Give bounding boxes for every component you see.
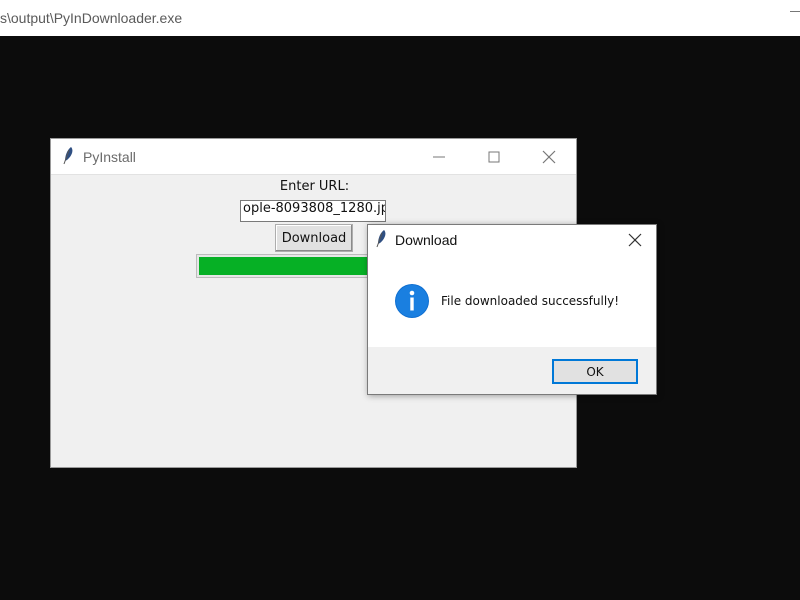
desktop-screen: s\output\PyInDownloader.exe PyInstall En… (0, 0, 800, 600)
console-window-title: s\output\PyInDownloader.exe (0, 10, 183, 26)
dialog-body: File downloaded successfully! (368, 255, 656, 347)
main-title-bar[interactable]: PyInstall (51, 139, 576, 175)
dialog-title: Download (395, 232, 458, 248)
url-input[interactable]: ople-8093808_1280.jpg (240, 200, 386, 222)
maximize-button[interactable] (484, 147, 504, 167)
feather-icon (376, 230, 386, 248)
dialog-close-button[interactable] (625, 230, 645, 250)
minimize-button[interactable] (429, 147, 449, 167)
console-minimize-button[interactable] (788, 6, 800, 16)
download-button[interactable]: Download (275, 224, 353, 252)
ok-button[interactable]: OK (552, 359, 638, 384)
console-title-bar: s\output\PyInDownloader.exe (0, 0, 800, 36)
dialog-message: File downloaded successfully! (441, 294, 620, 308)
close-button[interactable] (539, 147, 559, 167)
dialog-title-bar[interactable]: Download (368, 225, 656, 255)
feather-icon (63, 147, 73, 165)
info-icon (395, 284, 429, 318)
url-label: Enter URL: (279, 179, 350, 194)
main-window-title: PyInstall (83, 149, 136, 165)
download-message-dialog: Download File downloaded successfully! O… (367, 224, 657, 395)
